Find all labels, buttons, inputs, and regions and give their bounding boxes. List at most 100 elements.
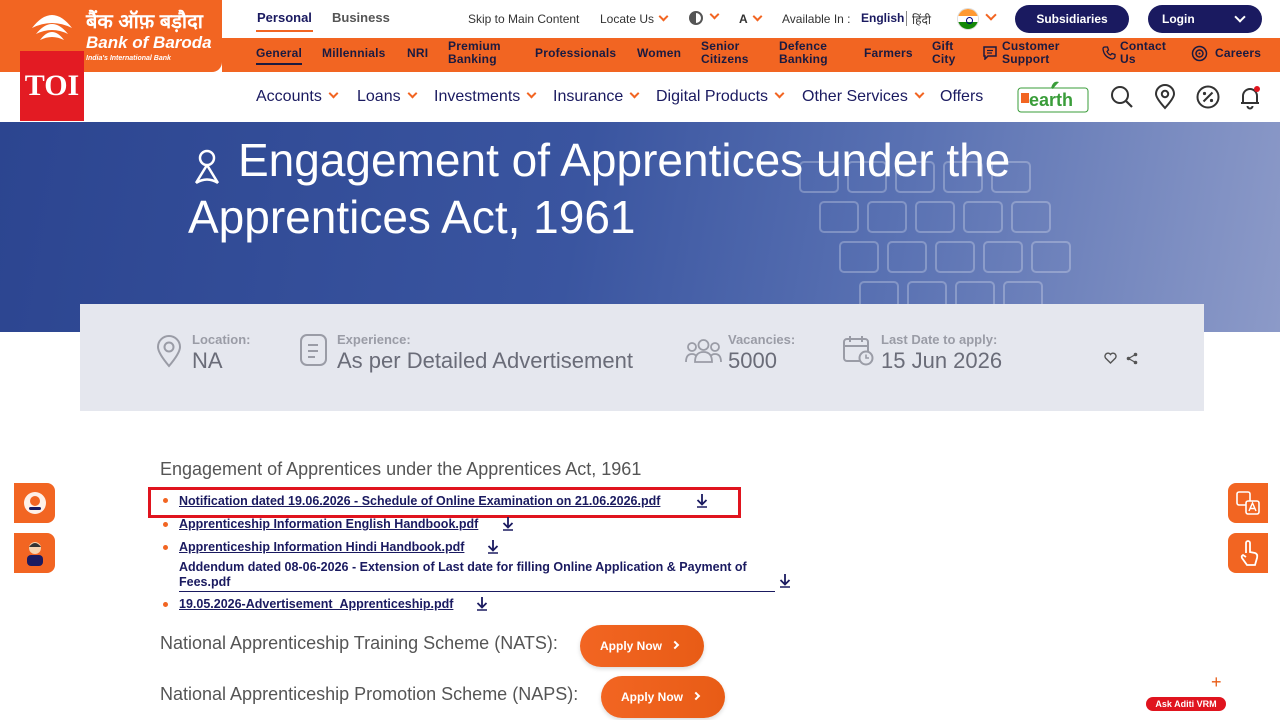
skip-to-main-link[interactable]: Skip to Main Content [468,12,579,26]
nats-apply-button[interactable]: Apply Now [580,625,704,667]
menu-premium-line2: Banking [448,52,497,66]
assistant-avatar-icon [27,542,43,566]
job-info-card [80,304,1204,411]
float-chat-widget[interactable] [14,483,55,523]
nav-investments-label: Investments [434,88,521,105]
nav-investments[interactable]: Investments [434,88,537,106]
menu-contact-line2: Us [1120,52,1136,66]
logo-english-text: Bank of Baroda [86,33,212,52]
nav-offers[interactable]: Offers [940,88,983,106]
menu-women[interactable]: Women [637,47,681,60]
chevron-down-icon [407,88,418,99]
segment-personal[interactable]: Personal [257,10,312,25]
download-icon[interactable] [778,573,792,588]
menu-nri[interactable]: NRI [407,47,428,60]
menu-customer-support[interactable]: Customer Support [1002,40,1060,66]
menu-premium-banking[interactable]: Premium Banking [448,40,501,66]
menu-millennials[interactable]: Millennials [322,47,386,60]
menu-careers[interactable]: Careers [1215,47,1261,60]
download-icon[interactable] [486,539,500,554]
chevron-down-icon [629,88,640,99]
logo-tagline: India's International Bank [86,55,171,62]
nav-digital-products[interactable]: Digital Products [656,88,785,106]
share-icon[interactable] [1126,352,1138,365]
nav-insurance[interactable]: Insurance [553,88,640,106]
heart-icon[interactable] [1104,352,1117,364]
notification-bell-icon[interactable] [1237,84,1263,110]
page-title: Engagement of Apprentices under the Appr… [188,134,1011,243]
chat-icon [983,46,997,60]
font-size-label: A [739,12,748,26]
menu-gift-city[interactable]: Gift City [932,40,955,66]
india-flag-icon[interactable] [957,8,979,30]
experience-document-icon [300,334,327,366]
list-bullet [163,522,168,527]
menu-general[interactable]: General [256,47,303,65]
location-value: NA [192,348,223,373]
login-label: Login [1162,12,1195,26]
nav-insurance-label: Insurance [553,88,624,105]
font-size-dropdown[interactable]: A [739,11,763,26]
chevron-down-icon [328,88,339,99]
hand-pointer-icon [1240,540,1259,566]
last-date-value: 15 Jun 2026 [881,348,1003,373]
lang-english-link[interactable]: English [861,11,904,25]
download-icon[interactable] [501,516,515,531]
float-translate-widget[interactable] [1228,483,1268,523]
lang-hindi-link[interactable]: हिंदी [912,11,931,28]
menu-contact-us[interactable]: Contact Us [1120,40,1166,66]
naps-apply-button[interactable]: Apply Now [601,676,725,718]
menu-senior-line2: Citizens [701,52,749,66]
menu-defence-banking[interactable]: Defence Banking [779,40,828,66]
list-bullet [163,545,168,550]
offers-percent-icon[interactable] [1195,84,1221,110]
nav-accounts[interactable]: Accounts [256,88,339,106]
chevron-down-icon [914,88,925,99]
search-icon[interactable] [1109,84,1135,110]
experience-value: As per Detailed Advertisement [337,348,633,373]
chevron-down-icon [526,88,537,99]
lang-divider [906,11,907,26]
translate-icon [1236,491,1260,515]
earth-badge-icon[interactable]: earth [1017,80,1089,114]
float-touch-widget[interactable] [1228,533,1268,573]
bank-logo-mark-icon [32,15,72,40]
chevron-down-icon [774,88,785,99]
chatbot-icon [24,492,46,514]
nav-other-services[interactable]: Other Services [802,88,925,106]
last-date-label: Last Date to apply: [881,332,998,347]
ask-aditi-button[interactable]: Ask Aditi VRM [1146,697,1226,711]
vacancies-label: Vacancies: [728,332,796,347]
location-pin-icon[interactable] [1152,84,1178,110]
locate-us-dropdown[interactable]: Locate Us [600,11,669,26]
nav-other-services-label: Other Services [802,88,908,105]
doc-link-hindi-handbook[interactable]: Apprenticeship Information Hindi Handboo… [179,540,464,554]
doc-link-addendum[interactable]: Addendum dated 08-06-2026 - Extension of… [179,560,775,592]
menu-farmers[interactable]: Farmers [864,47,913,60]
login-button[interactable]: Login [1148,5,1262,33]
available-in-label: Available In : [782,12,851,26]
doc-link-advertisement[interactable]: 19.05.2026-Advertisement_Apprenticeship.… [179,597,453,611]
menu-support-line2: Support [1002,52,1050,66]
plus-icon[interactable]: + [1211,673,1222,691]
nav-loans[interactable]: Loans [357,88,418,106]
location-pin-icon [156,335,182,368]
menu-senior-citizens[interactable]: Senior Citizens [701,40,749,66]
chevron-down-icon [709,9,720,20]
earth-badge-text: earth [1029,90,1073,110]
download-icon[interactable] [475,596,489,611]
locate-us-label: Locate Us [600,12,655,26]
list-bullet [163,602,168,607]
apply-label: Apply Now [621,690,683,704]
chevron-down-icon [1234,11,1246,23]
subsidiaries-button[interactable]: Subsidiaries [1015,5,1129,33]
doc-link-english-handbook[interactable]: Apprenticeship Information English Handb… [179,517,478,531]
menu-professionals[interactable]: Professionals [535,47,616,60]
segment-active-underline [256,30,313,32]
experience-label: Experience: [337,332,411,347]
segment-business[interactable]: Business [332,10,390,25]
chevron-right-icon [691,691,701,701]
contrast-toggle-icon[interactable] [689,11,703,25]
chevron-right-icon [670,640,680,650]
float-assistant-widget[interactable] [14,533,55,573]
